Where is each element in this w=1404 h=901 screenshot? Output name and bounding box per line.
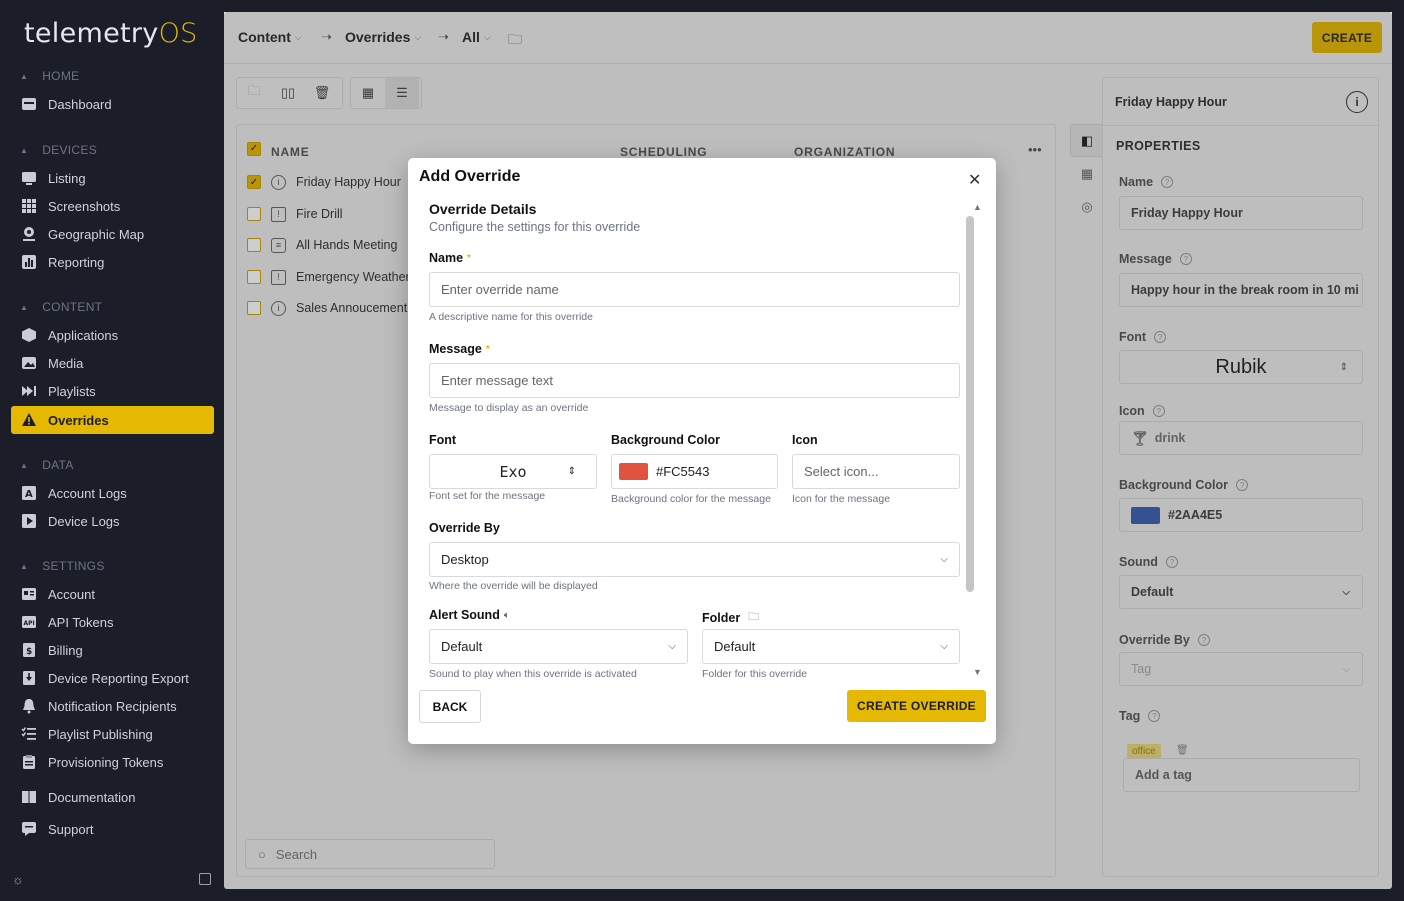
chevron-down-icon: ⌵ bbox=[940, 641, 948, 652]
chevron-up-icon: ▲ bbox=[20, 145, 29, 155]
override-by-label: Override By bbox=[429, 521, 500, 535]
section-subtitle: Configure the settings for this override bbox=[429, 220, 641, 234]
sidebar-item-account-logs[interactable]: A Account Logs bbox=[11, 479, 214, 507]
color-swatch[interactable] bbox=[619, 463, 648, 480]
bar-chart-icon bbox=[20, 254, 37, 271]
scroll-up-icon[interactable]: ▲ bbox=[973, 202, 982, 212]
dashboard-icon bbox=[20, 96, 37, 113]
icon-hint: Icon for the message bbox=[792, 493, 891, 505]
sidebar-item-playlists[interactable]: Playlists bbox=[11, 377, 214, 405]
override-name-input[interactable]: Enter override name bbox=[429, 272, 960, 307]
sidebar-item-support[interactable]: Support bbox=[11, 815, 214, 843]
sidebar-item-geographic-map[interactable]: Geographic Map bbox=[11, 220, 214, 248]
warning-icon bbox=[20, 412, 37, 429]
svg-text:API: API bbox=[23, 620, 34, 627]
folder-icon: 🗀 bbox=[748, 611, 760, 623]
font-select[interactable]: Exo ⇕ bbox=[429, 454, 597, 489]
list-check-icon bbox=[20, 726, 37, 743]
add-override-dialog: Add Override ✕ Override Details Configur… bbox=[408, 158, 996, 744]
log-icon: A bbox=[20, 485, 37, 502]
chat-icon bbox=[20, 821, 37, 838]
sidebar-item-playlist-publishing[interactable]: Playlist Publishing bbox=[11, 720, 214, 748]
collapse-sidebar-icon[interactable] bbox=[199, 873, 211, 885]
create-override-button[interactable]: CREATE OVERRIDE bbox=[847, 690, 986, 722]
monitor-icon bbox=[20, 170, 37, 187]
icon-label: Icon bbox=[792, 433, 818, 447]
chevron-up-icon: ▲ bbox=[20, 302, 29, 312]
playlist-icon bbox=[20, 383, 37, 400]
sidebar-item-overrides[interactable]: Overrides bbox=[11, 406, 214, 434]
icon-select[interactable]: Select icon... bbox=[792, 454, 960, 489]
account-icon bbox=[20, 586, 37, 603]
speaker-icon: 🔈︎ bbox=[503, 609, 510, 621]
alert-sound-label: Alert Sound 🔈︎ bbox=[429, 608, 510, 622]
sidebar-item-dashboard[interactable]: Dashboard bbox=[11, 90, 214, 118]
sidebar-item-device-logs[interactable]: Device Logs bbox=[11, 507, 214, 535]
font-hint: Font set for the message bbox=[429, 490, 546, 502]
background-color-label: Background Color bbox=[611, 433, 721, 447]
sidebar-item-screenshots[interactable]: Screenshots bbox=[11, 192, 214, 220]
chevron-up-icon: ▲ bbox=[20, 71, 29, 81]
chevron-down-icon: ⌵ bbox=[668, 641, 676, 652]
section-settings[interactable]: ▲ SETTINGS bbox=[20, 559, 105, 573]
alert-sound-hint: Sound to play when this override is acti… bbox=[429, 668, 637, 680]
api-icon: API bbox=[20, 614, 37, 631]
grid-icon bbox=[20, 198, 37, 215]
section-content[interactable]: ▲ CONTENT bbox=[20, 300, 102, 314]
download-icon bbox=[20, 670, 37, 687]
app-logo[interactable]: telemetryOS bbox=[24, 18, 198, 49]
bell-icon bbox=[20, 698, 37, 715]
modal-title: Add Override bbox=[419, 168, 521, 185]
section-home[interactable]: ▲ HOME bbox=[20, 69, 79, 83]
sidebar-item-device-reporting-export[interactable]: Device Reporting Export bbox=[11, 664, 214, 692]
sidebar-item-applications[interactable]: Applications bbox=[11, 321, 214, 349]
svg-text:A: A bbox=[25, 489, 33, 500]
sidebar-item-billing[interactable]: $ Billing bbox=[11, 636, 214, 664]
background-color-hint: Background color for the message bbox=[611, 493, 771, 505]
clipboard-icon bbox=[20, 754, 37, 771]
sidebar-item-media[interactable]: Media bbox=[11, 349, 214, 377]
sort-icon: ⇕ bbox=[567, 466, 576, 477]
sidebar-item-notification-recipients[interactable]: Notification Recipients bbox=[11, 692, 214, 720]
sidebar-item-listing[interactable]: Listing bbox=[11, 164, 214, 192]
alert-sound-select[interactable]: Default ⌵ bbox=[429, 629, 688, 664]
sidebar-item-documentation[interactable]: Documentation bbox=[11, 783, 214, 811]
override-by-hint: Where the override will be displayed bbox=[429, 580, 598, 592]
scroll-down-icon[interactable]: ▼ bbox=[973, 667, 982, 677]
message-input[interactable]: Enter message text bbox=[429, 363, 960, 398]
message-hint: Message to display as an override bbox=[429, 402, 589, 414]
section-data[interactable]: ▲ DATA bbox=[20, 458, 74, 472]
play-log-icon bbox=[20, 513, 37, 530]
svg-text:$: $ bbox=[26, 647, 32, 657]
chevron-up-icon: ▲ bbox=[20, 460, 29, 470]
theme-toggle-icon[interactable]: ☼ bbox=[12, 872, 24, 887]
sidebar-item-reporting[interactable]: Reporting bbox=[11, 248, 214, 276]
close-icon[interactable]: ✕ bbox=[968, 170, 981, 190]
sidebar-item-api-tokens[interactable]: API API Tokens bbox=[11, 608, 214, 636]
section-title: Override Details bbox=[429, 201, 537, 217]
map-pin-icon bbox=[20, 226, 37, 243]
back-button[interactable]: BACK bbox=[419, 690, 481, 723]
background-color-field[interactable]: #FC5543 bbox=[611, 454, 778, 489]
folder-label: Folder 🗀 bbox=[702, 608, 759, 627]
chevron-down-icon: ⌵ bbox=[940, 554, 948, 565]
sidebar-item-account[interactable]: Account bbox=[11, 580, 214, 608]
book-icon bbox=[20, 789, 37, 806]
billing-icon: $ bbox=[20, 642, 37, 659]
image-icon bbox=[20, 355, 37, 372]
sidebar-item-provisioning-tokens[interactable]: Provisioning Tokens bbox=[11, 748, 214, 776]
box-icon bbox=[20, 327, 37, 344]
modal-scrollbar[interactable] bbox=[966, 216, 974, 592]
folder-hint: Folder for this override bbox=[702, 668, 808, 680]
name-label: Name * bbox=[429, 251, 471, 265]
section-devices[interactable]: ▲ DEVICES bbox=[20, 143, 97, 157]
name-hint: A descriptive name for this override bbox=[429, 311, 593, 323]
folder-select[interactable]: Default ⌵ bbox=[702, 629, 960, 664]
message-label: Message * bbox=[429, 342, 490, 356]
override-by-select[interactable]: Desktop ⌵ bbox=[429, 542, 960, 577]
font-label: Font bbox=[429, 433, 457, 447]
sidebar: telemetryOS ▲ HOME Dashboard ▲ DEVICES Lis… bbox=[0, 0, 224, 901]
chevron-up-icon: ▲ bbox=[20, 561, 29, 571]
